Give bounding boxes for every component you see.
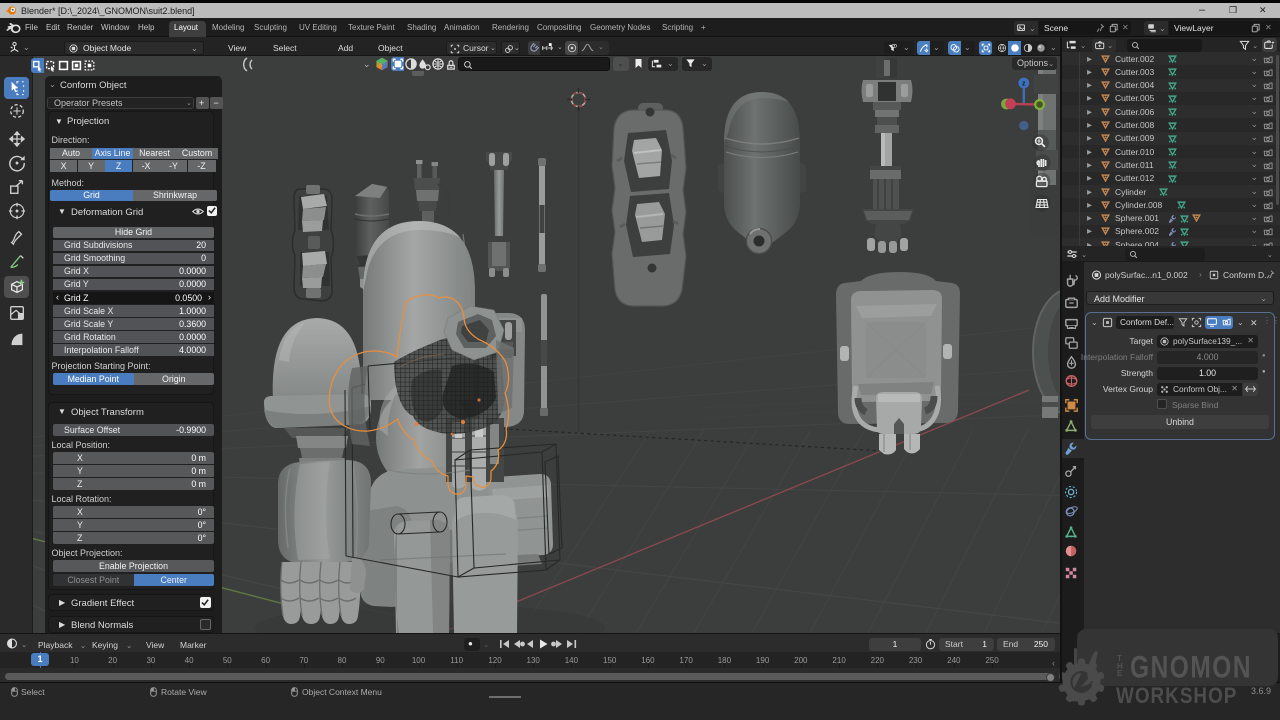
- svg-text:z: z: [1022, 81, 1026, 88]
